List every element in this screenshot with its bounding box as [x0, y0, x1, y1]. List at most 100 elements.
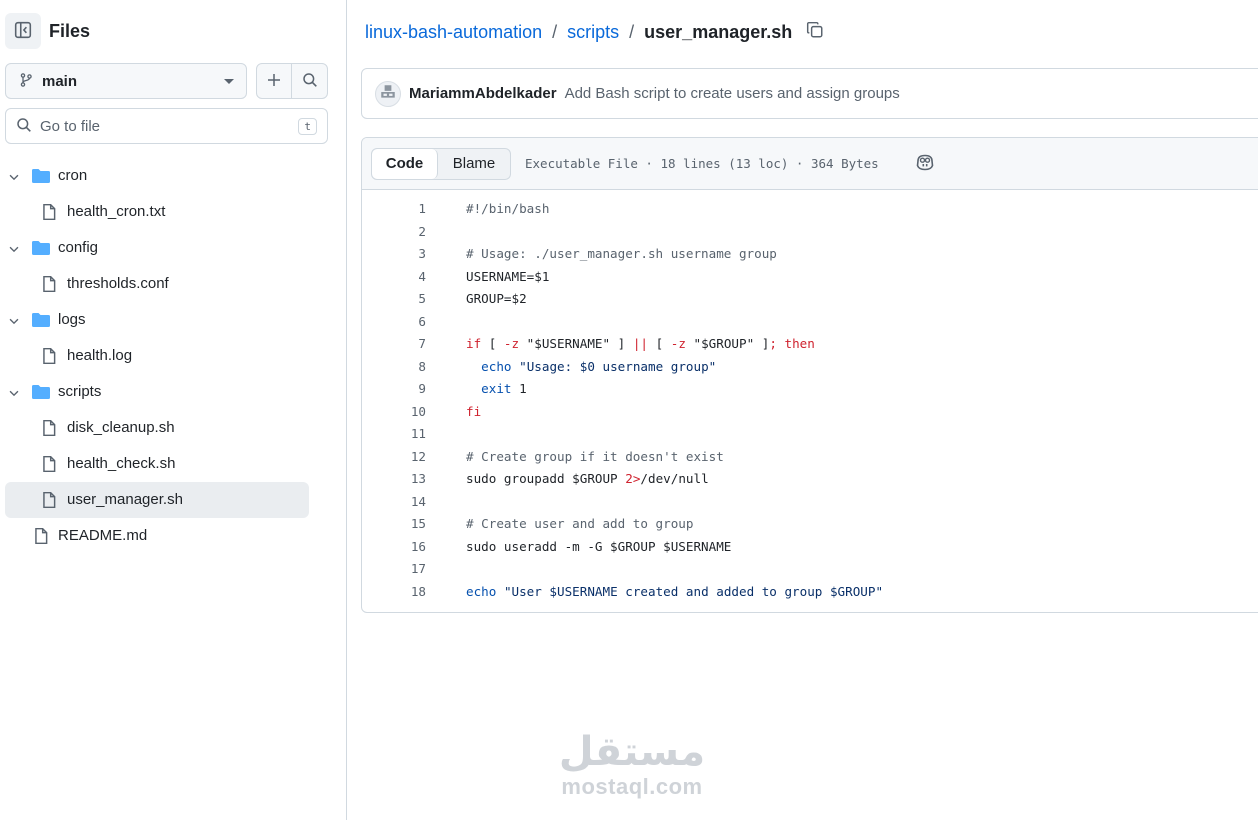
avatar[interactable]: [375, 80, 401, 107]
tree-folder-scripts[interactable]: scripts: [5, 374, 309, 410]
code-token: fi: [466, 403, 482, 419]
code-token: echo: [481, 358, 512, 374]
line-number[interactable]: 13: [362, 471, 426, 486]
search-icon: [302, 72, 318, 91]
tree-file-item[interactable]: README.md: [5, 518, 309, 554]
branch-selector[interactable]: main: [5, 63, 247, 99]
breadcrumb-folder-link[interactable]: scripts: [567, 22, 619, 43]
search-icon: [16, 117, 32, 136]
line-number[interactable]: 9: [362, 381, 426, 396]
file-icon: [40, 491, 58, 513]
chevron-down-icon[interactable]: [7, 386, 21, 404]
code-token: [: [481, 336, 504, 351]
chevron-down-icon: [224, 78, 234, 84]
file-tree-sidebar: Files main Go to file t cron health_cron.…: [0, 0, 347, 820]
tree-file-item[interactable]: disk_cleanup.sh: [5, 410, 309, 446]
line-number[interactable]: 10: [362, 404, 426, 419]
line-content: sudo useradd -m -G $GROUP $USERNAME: [466, 539, 731, 554]
line-content: GROUP=$2: [466, 291, 527, 306]
file-icon: [40, 419, 58, 441]
line-content: # Create group if it doesn't exist: [466, 449, 724, 464]
line-number[interactable]: 17: [362, 561, 426, 576]
tree-folder-logs[interactable]: logs: [5, 302, 309, 338]
tree-folder-config[interactable]: config: [5, 230, 309, 266]
line-number[interactable]: 2: [362, 224, 426, 239]
watermark-latin: mostaql.com: [561, 774, 703, 799]
tree-item-label: health_cron.txt: [67, 203, 166, 220]
tree-folder-cron[interactable]: cron: [5, 158, 309, 194]
go-to-file-input[interactable]: Go to file t: [5, 108, 328, 144]
folder-icon: [31, 383, 51, 405]
commit-author[interactable]: MariammAbdelkader: [409, 85, 557, 102]
tab-code[interactable]: Code: [372, 148, 438, 179]
line-number[interactable]: 12: [362, 449, 426, 464]
line-content: USERNAME=$1: [466, 269, 549, 284]
breadcrumb-current-file: user_manager.sh: [644, 21, 793, 42]
code-line: 7 if [ -z "$USERNAME" ] || [ -z "$GROUP" …: [362, 333, 1258, 356]
code-line: 11: [362, 423, 1258, 446]
line-number[interactable]: 18: [362, 584, 426, 599]
commit-message[interactable]: Add Bash script to create users and assi…: [565, 85, 900, 102]
line-number[interactable]: 8: [362, 359, 426, 374]
collapse-sidebar-button[interactable]: [5, 13, 41, 49]
code-token: "$GROUP" ]: [685, 336, 770, 351]
code-line: 9 exit 1: [362, 378, 1258, 401]
line-number[interactable]: 1: [362, 201, 426, 216]
tree-file-item[interactable]: health.log: [5, 338, 309, 374]
line-number[interactable]: 15: [362, 516, 426, 531]
code-line: 4 USERNAME=$1: [362, 266, 1258, 289]
copy-path-button[interactable]: [806, 21, 824, 44]
chevron-down-icon[interactable]: [7, 170, 21, 188]
tree-file-item[interactable]: health_cron.txt: [5, 194, 309, 230]
code-line: 8 echo "Usage: $0 username group": [362, 356, 1258, 379]
line-number[interactable]: 16: [362, 539, 426, 554]
tree-item-label: health.log: [67, 347, 133, 364]
code-token: # Create group if it doesn't exist: [466, 448, 724, 464]
copilot-button[interactable]: [915, 153, 935, 174]
file-icon: [40, 347, 58, 369]
watermark-arabic: مستقل: [558, 729, 706, 775]
code-line: 3 # Usage: ./user_manager.sh username gro…: [362, 243, 1258, 266]
code-token: if: [466, 336, 482, 351]
code-line: 17: [362, 558, 1258, 581]
breadcrumb-repo-link[interactable]: linux-bash-automation: [365, 22, 542, 43]
code-line: 12 # Create group if it doesn't exist: [362, 446, 1258, 469]
chevron-down-icon[interactable]: [7, 242, 21, 260]
tree-item-label: thresholds.conf: [67, 275, 169, 292]
code-line: 6: [362, 311, 1258, 334]
tree-file-item[interactable]: user_manager.sh: [5, 482, 309, 518]
line-number[interactable]: 5: [362, 291, 426, 306]
code-line: 13 sudo groupadd $GROUP 2>/dev/null: [362, 468, 1258, 491]
line-number[interactable]: 11: [362, 426, 426, 441]
breadcrumb-separator: /: [629, 21, 635, 42]
tree-file-item[interactable]: thresholds.conf: [5, 266, 309, 302]
code-line: 15 # Create user and add to group: [362, 513, 1258, 536]
tree-item-label: user_manager.sh: [67, 491, 183, 508]
add-file-button[interactable]: [257, 64, 293, 98]
code-token: sudo useradd -m -G $GROUP $USERNAME: [466, 538, 732, 554]
tree-file-item[interactable]: health_check.sh: [5, 446, 309, 482]
breadcrumb-separator: /: [552, 21, 558, 42]
code-view: 1 #!/bin/bash 2 3 # Usage: ./user_manager.sh…: [362, 198, 1258, 603]
code-token: # Usage: ./user_manager.sh username grou…: [466, 246, 777, 261]
line-number[interactable]: 14: [362, 494, 426, 509]
line-number[interactable]: 6: [362, 314, 426, 329]
code-token: -z: [670, 336, 686, 351]
search-files-button[interactable]: [292, 64, 327, 98]
line-content: # Create user and add to group: [466, 516, 693, 531]
tree-item-label: scripts: [58, 383, 102, 400]
line-number[interactable]: 7: [362, 336, 426, 351]
line-number[interactable]: 3: [362, 246, 426, 261]
folder-icon: [31, 167, 51, 189]
line-content: #!/bin/bash: [466, 201, 549, 216]
line-content: echo "Usage: $0 username group": [466, 359, 716, 374]
sidebar-actions: [256, 63, 328, 99]
code-token: #!/bin/bash: [466, 201, 550, 216]
chevron-down-icon[interactable]: [7, 314, 21, 332]
code-line: 5 GROUP=$2: [362, 288, 1258, 311]
tab-blame[interactable]: Blame: [438, 149, 510, 179]
line-number[interactable]: 4: [362, 269, 426, 284]
